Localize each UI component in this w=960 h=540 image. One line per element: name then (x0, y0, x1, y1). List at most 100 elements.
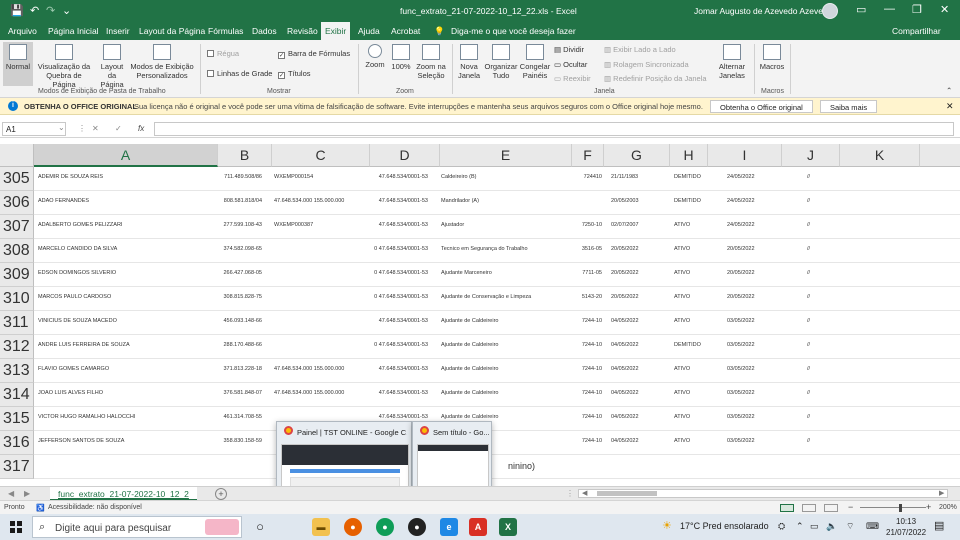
weather-text[interactable]: 17°C Pred ensolarado (680, 521, 769, 531)
taskbar-search[interactable]: ⌕ Digite aqui para pesquisar (32, 516, 242, 538)
row-header[interactable]: 314 (0, 383, 34, 407)
scroll-right-icon[interactable]: ▶ (939, 489, 944, 497)
cell-f[interactable]: 7244-10 (562, 366, 602, 372)
accessibility-status[interactable]: Acessibilidade: não disponível (48, 504, 142, 511)
cell-j[interactable]: // (807, 438, 827, 444)
side-by-side-button[interactable]: ▥ Exibir Lado a Lado (604, 45, 676, 54)
cell-f[interactable]: 7244-10 (562, 414, 602, 420)
cell-f[interactable]: 3516-05 (562, 246, 602, 252)
cell-e[interactable]: Tecnico em Segurança do Trabalho (441, 246, 581, 252)
zoom-selection-button[interactable]: Zoom na Seleção (414, 44, 448, 80)
freeze-panes-button[interactable]: Congelar Painéis (519, 44, 551, 80)
cell-g[interactable]: 04/05/2022 (611, 390, 653, 396)
column-header-i[interactable]: I (708, 144, 782, 167)
zoom-out-icon[interactable]: − (848, 502, 853, 512)
cell-f[interactable]: 7711-05 (562, 270, 602, 276)
network-icon[interactable]: ▭ (810, 521, 819, 532)
zoom-level[interactable]: 200% (939, 504, 957, 511)
cell-h[interactable]: ATIVO (674, 246, 704, 252)
zoom-100-button[interactable]: 100% (389, 44, 413, 71)
tab-dados[interactable]: Dados (252, 26, 277, 36)
enter-icon[interactable]: ✓ (115, 124, 122, 133)
headings-checkbox[interactable]: ✓ Títulos (278, 69, 311, 79)
notifications-icon[interactable]: ▤ (934, 519, 944, 532)
cell-d[interactable]: 47.648.534/0001-53 (334, 198, 428, 204)
cell-j[interactable]: // (807, 270, 827, 276)
cell-b[interactable]: 376.581.848-07 (184, 390, 262, 396)
row-header[interactable]: 313 (0, 359, 34, 383)
cancel-icon[interactable]: ✕ (92, 124, 99, 133)
cell-e[interactable]: Ajudante de Conservação e Limpeza (441, 294, 581, 300)
page-layout-status-icon[interactable] (802, 504, 816, 512)
row-header[interactable]: 306 (0, 191, 34, 215)
windows-start-icon[interactable] (10, 521, 22, 533)
tab-exibir[interactable]: Exibir (321, 22, 351, 40)
cell-d[interactable]: 0 47.648.534/0001-53 (334, 294, 428, 300)
share-button[interactable]: Compartilhar (892, 26, 941, 36)
cell-g[interactable]: 04/05/2022 (611, 318, 653, 324)
cell-d[interactable]: 0 47.648.534/0001-53 (334, 342, 428, 348)
cell-b[interactable]: 358.830.158-59 (184, 438, 262, 444)
cell-b[interactable]: 308.815.828-75 (184, 294, 262, 300)
zoom-slider-thumb[interactable] (899, 504, 902, 512)
collapse-ribbon-icon[interactable]: ⌃ (946, 86, 952, 95)
cell-e[interactable]: Ajudante de Caldeireiro (441, 342, 581, 348)
cell-h[interactable]: ATIVO (674, 414, 704, 420)
tab-layout-da-pagina[interactable]: Layout da Página (139, 26, 205, 36)
cell-d[interactable]: 47.648.534/0001-53 (334, 414, 428, 420)
cell-d[interactable]: 47.648.534/0001-53 (334, 222, 428, 228)
row-header[interactable]: 307 (0, 215, 34, 239)
save-icon[interactable]: 💾 (10, 4, 24, 17)
tell-me-search[interactable]: Diga-me o que você deseja fazer (451, 26, 576, 36)
cell-g[interactable]: 04/05/2022 (611, 438, 653, 444)
tab-ajuda[interactable]: Ajuda (358, 26, 380, 36)
zoom-button[interactable]: Zoom (363, 44, 387, 69)
cell-e[interactable]: Ajudante Marceneiro (441, 270, 581, 276)
chrome-dark-icon[interactable]: ● (408, 518, 426, 536)
column-header-b[interactable]: B (218, 144, 272, 167)
cell-h[interactable]: ATIVO (674, 270, 704, 276)
cell-i[interactable]: 03/05/2022 (727, 342, 767, 348)
custom-views-button[interactable]: Modos de Exibição Personalizados (128, 44, 196, 80)
cell-j[interactable]: // (807, 246, 827, 252)
cell-i[interactable]: 20/05/2022 (727, 246, 767, 252)
formula-bar-checkbox[interactable]: ✓ Barra de Fórmulas (278, 49, 350, 59)
cell-j[interactable]: // (807, 342, 827, 348)
edge-icon[interactable]: e (440, 518, 458, 536)
row-header[interactable]: 316 (0, 431, 34, 455)
customize-quick-access-icon[interactable]: ⌄ (62, 4, 71, 17)
avatar[interactable] (822, 3, 838, 19)
close-icon[interactable]: ✕ (940, 3, 949, 16)
cell-f[interactable]: 5143-20 (562, 294, 602, 300)
excel-taskbar-icon[interactable]: X (499, 518, 517, 536)
wifi-icon[interactable]: ⌔ (846, 521, 854, 532)
page-break-status-icon[interactable] (824, 504, 838, 512)
row-header[interactable]: 315 (0, 407, 34, 431)
page-layout-view-button[interactable]: Layout da Página (96, 44, 128, 89)
normal-view-button[interactable]: Normal (3, 42, 33, 86)
column-header-k[interactable]: K (840, 144, 920, 167)
cell-i[interactable]: 03/05/2022 (727, 390, 767, 396)
restore-icon[interactable]: ❐ (912, 3, 922, 16)
learn-more-button[interactable]: Saiba mais (820, 100, 878, 113)
cell-d[interactable]: 47.648.534/0001-53 (334, 174, 428, 180)
cell-h[interactable]: ATIVO (674, 390, 704, 396)
cell-h[interactable]: DEMITIDO (674, 174, 704, 180)
reset-window-position-button[interactable]: ▥ Redefinir Posição da Janela (604, 74, 707, 83)
cell-d[interactable]: 0 47.648.534/0001-53 (334, 246, 428, 252)
cell-f[interactable]: 7244-10 (562, 390, 602, 396)
cell-j[interactable]: // (807, 174, 827, 180)
name-box-dropdown-icon[interactable]: ⌄ (58, 123, 65, 132)
sheet-tab-active[interactable]: func_extrato_21-07-2022-10_12_2 (50, 487, 197, 501)
scrollbar-thumb[interactable] (597, 491, 657, 496)
macros-button[interactable]: Macros (758, 44, 786, 71)
cell-b[interactable]: 374.582.098-65 (184, 246, 262, 252)
chrome-app-icon[interactable]: ● (376, 518, 394, 536)
tab-revisao[interactable]: Revisão (287, 26, 318, 36)
tab-acrobat[interactable]: Acrobat (391, 26, 420, 36)
column-header-j[interactable]: J (782, 144, 840, 167)
sync-scroll-button[interactable]: ▥ Rolagem Sincronizada (604, 60, 689, 69)
row-header[interactable]: 312 (0, 335, 34, 359)
cell-e[interactable]: ninino) (508, 461, 648, 471)
cell-h[interactable]: DEMITIDO (674, 342, 704, 348)
